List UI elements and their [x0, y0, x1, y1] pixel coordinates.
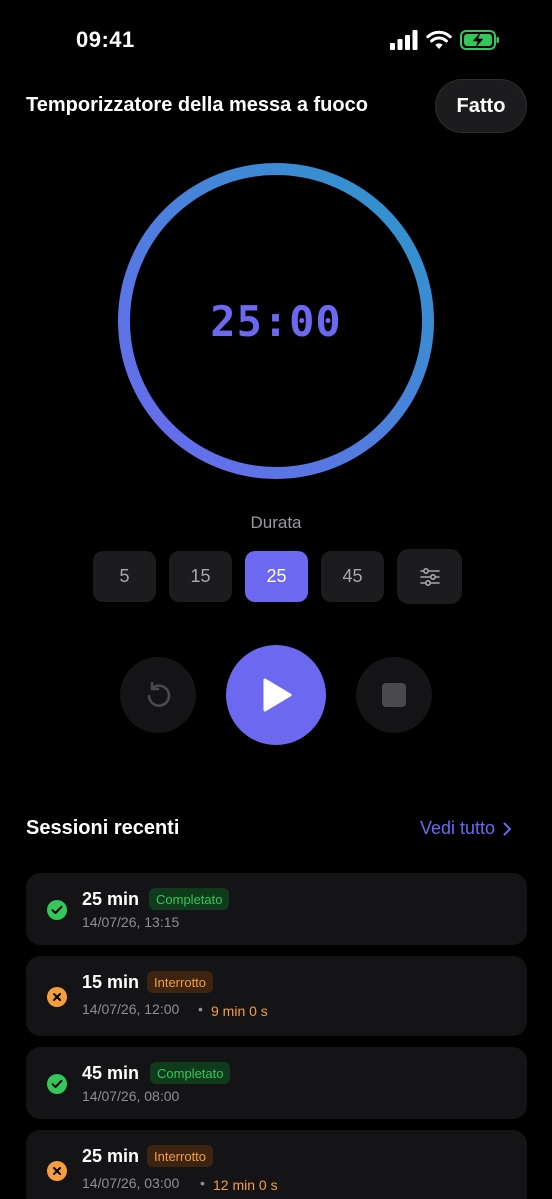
- session-row[interactable]: 45 min Completato 14/07/26, 08:00: [26, 1047, 527, 1119]
- session-row[interactable]: 15 min Interrotto 14/07/26, 12:00 • 9 mi…: [26, 956, 527, 1036]
- page-title: Temporizzatore della messa a fuoco: [26, 94, 368, 116]
- status-badge: Interrotto: [147, 1145, 214, 1167]
- interrupted-status-icon: [47, 1161, 67, 1181]
- timer-controls: [0, 645, 552, 745]
- elapsed-time: 9 min 0 s: [211, 1003, 268, 1019]
- chevron-right-icon: [503, 822, 511, 835]
- check-icon: [51, 905, 63, 914]
- completed-status-icon: [47, 1074, 67, 1094]
- interrupted-status-icon: [47, 987, 67, 1007]
- play-icon: [263, 678, 292, 712]
- session-date: 14/07/26, 13:15: [82, 914, 180, 930]
- timer-ring: 25:00: [115, 160, 437, 482]
- status-icons: [390, 30, 500, 50]
- separator-dot: •: [198, 1001, 203, 1017]
- status-badge: Completato: [150, 1062, 231, 1084]
- reset-button[interactable]: [120, 657, 196, 733]
- session-row[interactable]: 25 min Interrotto 14/07/26, 03:00 • 12 m…: [26, 1130, 527, 1199]
- separator-dot: •: [200, 1175, 205, 1191]
- done-button[interactable]: Fatto: [435, 79, 527, 133]
- x-icon: [53, 993, 61, 1001]
- preset-5-button[interactable]: 5: [93, 551, 156, 602]
- status-badge: Completato: [149, 888, 230, 910]
- preset-45-button[interactable]: 45: [321, 551, 384, 602]
- status-time: 09:41: [76, 27, 135, 52]
- session-date: 14/07/26, 08:00: [82, 1088, 180, 1104]
- recent-sessions-title: Sessioni recenti: [26, 817, 180, 839]
- elapsed-time: 12 min 0 s: [213, 1177, 278, 1193]
- session-list: 25 min Completato 14/07/26, 13:15 15 min…: [26, 873, 527, 1199]
- session-date: 14/07/26, 12:00: [82, 1001, 180, 1017]
- preset-25-button[interactable]: 25: [245, 551, 308, 602]
- see-all-label: Vedi tutto: [419, 818, 495, 838]
- x-icon: [53, 1167, 61, 1175]
- stop-icon: [382, 683, 406, 707]
- session-date: 14/07/26, 03:00: [82, 1175, 180, 1191]
- battery-charging-icon: [460, 30, 499, 50]
- completed-status-icon: [47, 900, 67, 920]
- stop-button[interactable]: [356, 657, 432, 733]
- reset-icon: [147, 681, 171, 707]
- status-badge: Interrotto: [147, 971, 214, 993]
- duration-label: Durata: [250, 513, 302, 532]
- duration-presets: 5 15 25 45: [93, 549, 462, 604]
- timer-display: 25:00: [210, 296, 342, 346]
- custom-duration-button[interactable]: [397, 549, 462, 604]
- sliders-icon: [419, 567, 440, 586]
- wifi-icon: [426, 30, 452, 49]
- status-bar: 09:41: [0, 0, 552, 80]
- see-all-link[interactable]: Vedi tutto: [420, 818, 512, 839]
- preset-15-button[interactable]: 15: [169, 551, 232, 602]
- session-row[interactable]: 25 min Completato 14/07/26, 13:15: [26, 873, 527, 945]
- check-icon: [51, 1079, 63, 1088]
- signal-icon: [390, 30, 418, 50]
- session-duration: 25 min: [82, 1146, 140, 1166]
- session-duration: 25 min: [82, 889, 140, 909]
- session-duration: 15 min: [82, 972, 140, 992]
- session-duration: 45 min: [82, 1063, 140, 1083]
- play-button[interactable]: [226, 645, 326, 745]
